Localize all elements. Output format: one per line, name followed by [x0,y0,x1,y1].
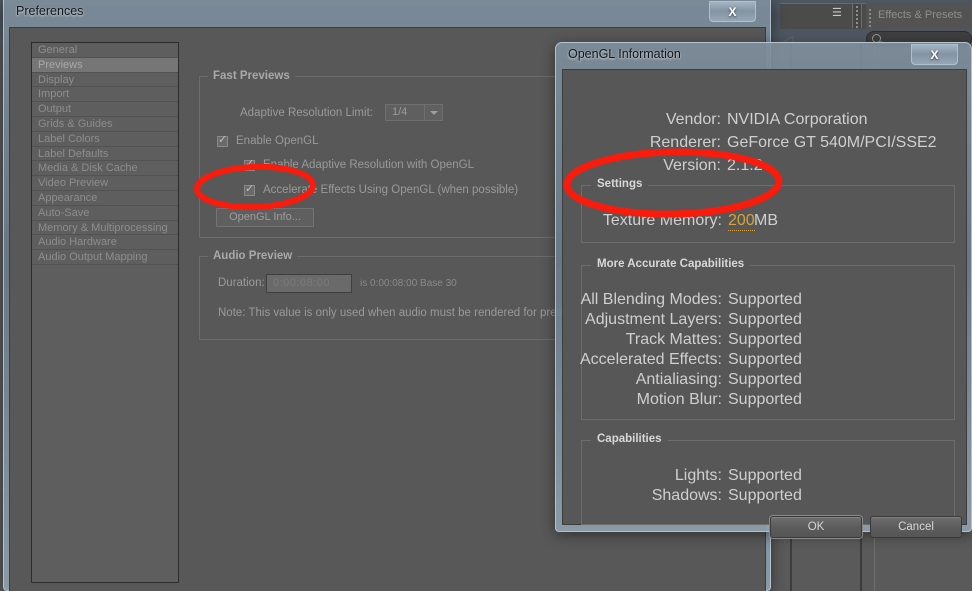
panel-grip-icon[interactable] [852,4,862,28]
audio-preview-title: Audio Preview [208,250,298,262]
preferences-category-list[interactable]: General Previews Display Import Output G… [31,42,179,583]
vendor-value: NVIDIA Corporation [727,111,868,128]
motion-blur-value: Supported [728,391,802,408]
antialiasing-value: Supported [728,371,802,388]
sidebar-item-label-defaults[interactable]: Label Defaults [32,147,178,162]
accelerated-effects-label: Accelerated Effects: [580,351,722,368]
tab-grip-icon [869,9,873,27]
sidebar-item-auto-save[interactable]: Auto-Save [32,206,178,221]
track-mattes-label: Track Mattes: [625,331,722,348]
accelerate-effects-checkbox[interactable] [244,183,255,196]
preferences-close-button[interactable]: X [709,1,756,22]
hamburger-menu-icon[interactable]: ☰ [832,8,848,20]
motion-blur-label: Motion Blur: [636,391,722,408]
all-blending-modes-label: All Blending Modes: [580,291,722,308]
renderer-label: Renderer: [649,134,721,151]
vendor-label: Vendor: [665,111,721,128]
more-accurate-capabilities-group: More Accurate Capabilities All Blending … [580,258,955,420]
sidebar-item-label-colors[interactable]: Label Colors [32,132,178,147]
opengl-dialog-title: OpenGL Information [568,47,681,61]
opengl-info-button[interactable]: OpenGL Info... [216,208,314,227]
adaptive-resolution-limit-value: 1/4 [392,106,408,118]
opengl-dialog-close-button[interactable]: X [911,44,958,65]
sidebar-item-audio-output-mapping[interactable]: Audio Output Mapping [32,250,178,265]
cancel-button[interactable]: Cancel [870,516,962,538]
sidebar-item-appearance[interactable]: Appearance [32,191,178,206]
adjustment-layers-label: Adjustment Layers: [585,311,722,328]
lights-label: Lights: [674,467,722,484]
texture-memory-label: Texture Memory: [602,212,722,229]
sidebar-item-import[interactable]: Import [32,87,178,103]
settings-group: Settings Texture Memory: 200 MB [581,178,955,243]
chevron-down-icon[interactable] [424,105,442,120]
sidebar-item-output[interactable]: Output [32,102,178,117]
opengl-dialog-body: Vendor: NVIDIA Corporation Renderer: GeF… [562,69,967,538]
version-label: Version: [663,157,721,174]
adaptive-resolution-limit-select[interactable]: 1/4 [385,104,443,121]
enable-opengl-label: Enable OpenGL [236,135,319,147]
sidebar-item-memory-multiprocessing[interactable]: Memory & Multiprocessing [32,221,178,236]
duration-label: Duration: [218,277,265,289]
renderer-value: GeForce GT 540M/PCI/SSE2 [727,134,937,151]
track-mattes-value: Supported [728,331,802,348]
accelerated-effects-value: Supported [728,351,802,368]
preferences-title: Preferences [16,4,84,18]
opengl-information-window: OpenGL Information X Vendor: NVIDIA Corp… [555,42,972,538]
enable-opengl-checkbox[interactable] [217,134,228,147]
panel-tab-label: Effects & Presets [878,9,963,21]
enable-adaptive-resolution-checkbox[interactable] [244,158,255,171]
enable-adaptive-resolution-label: Enable Adaptive Resolution with OpenGL [263,159,474,171]
sidebar-item-audio-hardware[interactable]: Audio Hardware [32,235,178,251]
sidebar-item-display[interactable]: Display [32,73,178,88]
adaptive-resolution-limit-label: Adaptive Resolution Limit: [240,107,373,119]
sidebar-item-video-preview[interactable]: Video Preview [32,176,178,191]
sidebar-item-general[interactable]: General [32,43,178,58]
texture-memory-value[interactable]: 200 [728,212,755,231]
texture-memory-unit: MB [754,212,778,229]
duration-suffix: is 0:00:08:00 Base 30 [360,278,457,289]
panel-tab-effects-and-presets[interactable]: Effects & Presets [866,3,972,29]
capabilities-group: Capabilities Lights: Supported Shadows: … [581,433,955,525]
shadows-label: Shadows: [651,487,722,504]
capabilities-title: Capabilities [591,433,668,445]
shadows-value: Supported [728,487,802,504]
accelerate-effects-label: Accelerate Effects Using OpenGL (when po… [263,184,519,196]
audio-preview-note: Note: This value is only used when audio… [218,307,565,319]
fast-previews-title: Fast Previews [208,70,295,82]
ok-button[interactable]: OK [770,516,862,538]
settings-title: Settings [591,178,649,190]
sidebar-item-media-and-disk-cache[interactable]: Media & Disk Cache [32,161,178,177]
lights-value: Supported [728,467,802,484]
sidebar-item-previews[interactable]: Previews [32,57,178,73]
duration-input[interactable]: 0:00:08:00 [266,274,352,293]
antialiasing-label: Antialiasing: [635,371,722,388]
all-blending-modes-value: Supported [728,291,802,308]
adjustment-layers-value: Supported [728,311,802,328]
sidebar-item-grids-and-guides[interactable]: Grids & Guides [32,117,178,132]
version-value: 2.1.2 [727,157,763,174]
more-accurate-capabilities-title: More Accurate Capabilities [591,258,751,270]
